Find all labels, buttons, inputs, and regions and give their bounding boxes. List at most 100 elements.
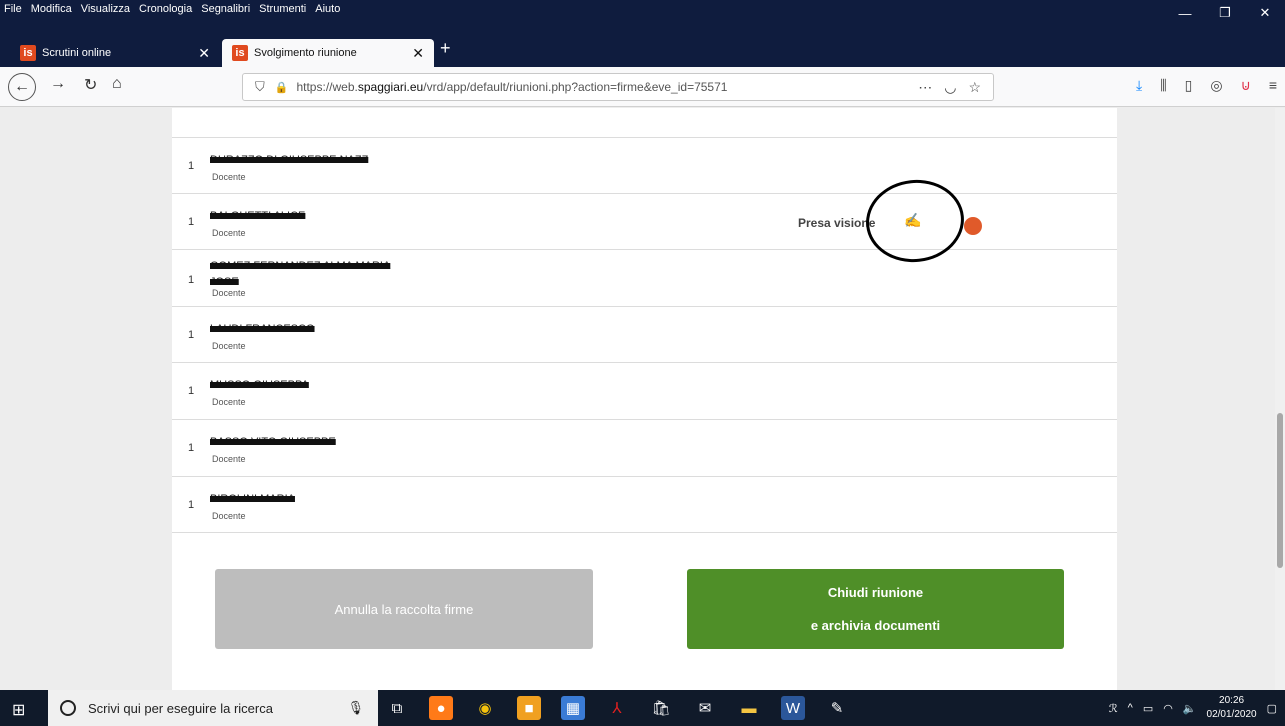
list-item: 1 DURAZZO DI GIUSEPPE NAZZ Docente: [172, 137, 1117, 193]
shield-icon[interactable]: ⛉: [255, 79, 265, 95]
teacher-role: Docente: [212, 511, 246, 521]
status-dot: [964, 217, 982, 235]
wifi-icon[interactable]: ◠: [1163, 702, 1173, 715]
tab-label: Svolgimento riunione: [254, 47, 357, 59]
sidebar-icon[interactable]: ▯: [1185, 77, 1193, 94]
close-tab-icon[interactable]: ✕: [198, 45, 210, 62]
home-icon[interactable]: ⌂: [112, 75, 122, 93]
button-label: Annulla la raccolta firme: [334, 601, 474, 617]
teacher-role: Docente: [212, 288, 246, 298]
teacher-name: GOMEZ FERNANDEZ ALMA MARIA: [210, 260, 391, 272]
library-icon[interactable]: ⫼: [1160, 77, 1166, 94]
forward-icon[interactable]: →: [50, 75, 66, 93]
menu: File Modifica Visualizza Cronologia Segn…: [4, 3, 340, 15]
app-icon[interactable]: ■: [517, 696, 541, 720]
cortana-icon: [60, 700, 76, 716]
row-number: 1: [188, 385, 195, 397]
url-text: https://web.spaggiari.eu/vrd/app/default…: [296, 80, 728, 94]
taskbar-apps: ⧉ ● ◉ ■ ▦ ⅄ 🛍 ✉ ▬ W ✎: [385, 696, 849, 720]
pocket-toolbar-icon[interactable]: ⊍: [1241, 77, 1251, 94]
app-icon[interactable]: ▦: [561, 696, 585, 720]
teacher-role: Docente: [212, 228, 246, 238]
battery-icon[interactable]: ▭: [1143, 702, 1153, 715]
menu-modifica[interactable]: Modifica: [31, 3, 72, 15]
teacher-name: BIROLINI MARIA: [210, 493, 295, 505]
pocket-icon[interactable]: ◡: [944, 79, 956, 96]
tab-scrutini-online[interactable]: is Scrutini online ✕: [10, 39, 220, 67]
windows-start-icon[interactable]: ⊞: [12, 700, 25, 720]
menu-aiuto[interactable]: Aiuto: [315, 3, 340, 15]
favicon-icon: is: [232, 45, 248, 61]
menu-bar: File Modifica Visualizza Cronologia Segn…: [0, 0, 1285, 35]
list-item: 1 BIROLINI MARIA Docente: [172, 476, 1117, 533]
mail-icon[interactable]: ✉: [693, 696, 717, 720]
favicon-icon: is: [20, 45, 36, 61]
button-label-line1: Chiudi riunione: [827, 585, 924, 600]
row-number: 1: [188, 216, 195, 228]
task-view-icon[interactable]: ⧉: [385, 696, 409, 720]
file-explorer-icon[interactable]: ▬: [737, 696, 761, 720]
back-button[interactable]: ←: [8, 73, 36, 101]
hamburger-menu-icon[interactable]: ≡: [1269, 77, 1277, 94]
scrollbar-thumb[interactable]: [1277, 413, 1283, 568]
taskbar-search[interactable]: Scrivi qui per eseguire la ricerca 🎙: [48, 690, 378, 726]
menu-segnalibri[interactable]: Segnalibri: [201, 3, 250, 15]
clock[interactable]: 20:26 02/01/2020: [1207, 694, 1257, 722]
chrome-icon[interactable]: ◉: [473, 696, 497, 720]
microphone-icon[interactable]: 🎙: [347, 700, 364, 716]
page-content: 1 DURAZZO DI GIUSEPPE NAZZ Docente 1 BAL…: [0, 108, 1285, 690]
firefox-icon[interactable]: ●: [429, 696, 453, 720]
word-icon[interactable]: W: [781, 696, 805, 720]
cancel-signatures-button[interactable]: Annulla la raccolta firme: [215, 569, 593, 649]
tab-svolgimento-riunione[interactable]: is Svolgimento riunione ✕: [222, 39, 434, 67]
status-label: Presa visione: [798, 216, 876, 230]
teacher-name: MUSSO GIUSEPPA: [210, 379, 309, 391]
extension-icon[interactable]: ◎: [1210, 77, 1222, 94]
list-item: 1 GOMEZ FERNANDEZ ALMA MARIA JOSE Docent…: [172, 249, 1117, 306]
row-number: 1: [188, 442, 195, 454]
teacher-name: DURAZZO DI GIUSEPPE NAZZ: [210, 154, 369, 166]
menu-strumenti[interactable]: Strumenti: [259, 3, 306, 15]
scrollbar[interactable]: [1275, 108, 1285, 690]
window-controls: — ❐ ✕: [1165, 0, 1285, 26]
close-window-button[interactable]: ✕: [1245, 0, 1285, 26]
tab-label: Scrutini online: [42, 47, 112, 59]
teacher-name: BASSO VITO GIUSEPPE: [210, 436, 336, 448]
pdf-icon[interactable]: ⅄: [605, 696, 629, 720]
menu-cronologia[interactable]: Cronologia: [139, 3, 192, 15]
teacher-name: LAUDI FRANCESCO: [210, 323, 315, 335]
close-tab-icon[interactable]: ✕: [412, 45, 424, 62]
row-number: 1: [188, 274, 195, 286]
row-number: 1: [188, 160, 195, 172]
time: 20:26: [1219, 695, 1245, 706]
new-tab-button[interactable]: +: [440, 38, 451, 59]
restore-button[interactable]: ❐: [1205, 0, 1245, 26]
show-hidden-icons[interactable]: ^: [1128, 702, 1133, 714]
menu-file[interactable]: File: [4, 3, 22, 15]
teacher-role: Docente: [212, 341, 246, 351]
volume-icon[interactable]: 🔈: [1183, 702, 1197, 715]
minimize-button[interactable]: —: [1165, 0, 1205, 26]
notifications-icon[interactable]: ▢: [1267, 702, 1277, 715]
paint-icon[interactable]: ✎: [825, 696, 849, 720]
search-placeholder: Scrivi qui per eseguire la ricerca: [88, 700, 273, 716]
button-label-line2: e archivia documenti: [810, 618, 941, 633]
signature-card: 1 DURAZZO DI GIUSEPPE NAZZ Docente 1 BAL…: [172, 108, 1117, 690]
download-icon[interactable]: ⤓: [1136, 77, 1142, 94]
lock-icon[interactable]: 🔒: [275, 81, 289, 94]
taskbar: ⊞ Scrivi qui per eseguire la ricerca 🎙 ⧉…: [0, 690, 1285, 726]
reload-icon[interactable]: ↻: [84, 75, 97, 95]
close-meeting-button[interactable]: Chiudi riunione e archivia documenti: [687, 569, 1064, 649]
more-actions-icon[interactable]: ⋯: [918, 79, 932, 96]
toolbar-icons: ⤓ ⫼ ▯ ◎ ⊍ ≡: [1136, 77, 1277, 94]
address-bar[interactable]: ⛉ 🔒 https://web.spaggiari.eu/vrd/app/def…: [242, 73, 994, 101]
people-icon[interactable]: ℛ: [1109, 702, 1118, 715]
bookmark-star-icon[interactable]: ☆: [968, 79, 981, 96]
store-icon[interactable]: 🛍: [649, 696, 673, 720]
teacher-role: Docente: [212, 172, 246, 182]
row-number: 1: [188, 499, 195, 511]
page-actions: ⋯ ◡ ☆: [918, 79, 981, 96]
teacher-role: Docente: [212, 397, 246, 407]
menu-visualizza[interactable]: Visualizza: [81, 3, 130, 15]
date: 02/01/2020: [1206, 709, 1257, 720]
